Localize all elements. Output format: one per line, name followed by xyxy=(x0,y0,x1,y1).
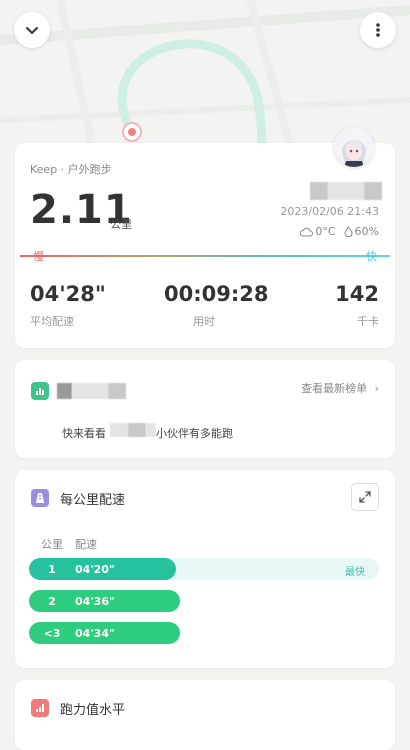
leaderboard-card[interactable]: 查看最新榜单 › 快来看看 小伙伴有多能跑 xyxy=(15,360,395,458)
leaderboard-name-redacted-2 xyxy=(72,383,108,399)
leaderboard-subtitle-tail: 小伙伴有多能跑 xyxy=(156,427,233,440)
pace-row-pace: 04'36" xyxy=(75,594,115,608)
calories-value: 142 xyxy=(335,282,379,306)
leaderboard-name-redacted xyxy=(57,383,72,399)
slow-label: 慢 xyxy=(33,250,44,263)
pace-gradient-line xyxy=(20,255,390,257)
collapse-button[interactable] xyxy=(14,12,50,48)
friend-name-redacted xyxy=(110,423,128,437)
pace-row-km: 1 xyxy=(48,562,56,576)
leaderboard-subtitle-lead: 快来看看 xyxy=(62,427,106,440)
duration-value: 00:09:28 xyxy=(164,282,269,306)
username-redacted-3 xyxy=(364,182,382,200)
run-source-label: Keep · 户外跑步 xyxy=(30,163,112,176)
view-leaderboard-link[interactable]: 查看最新榜单 › xyxy=(301,380,379,396)
calories-label: 千卡 xyxy=(357,315,379,328)
friend-name-redacted-2 xyxy=(128,423,146,437)
column-header-km: 公里 xyxy=(41,538,63,551)
more-button[interactable] xyxy=(360,12,396,48)
temperature: 0°C xyxy=(315,225,336,238)
humidity: 60% xyxy=(354,225,379,238)
view-leaderboard-label: 查看最新榜单 xyxy=(301,382,368,395)
pace-row-bar: <3 04'34" xyxy=(29,622,180,644)
droplet-icon xyxy=(344,226,353,237)
pace-row-pace: 04'34" xyxy=(75,626,115,640)
fastest-label: 最快 xyxy=(345,567,365,578)
leaderboard-name-redacted-3 xyxy=(108,383,126,399)
pace-row-bar: 2 04'36" xyxy=(29,590,180,612)
running-level-card[interactable]: 跑力值水平 xyxy=(15,680,395,750)
chevron-right-icon: › xyxy=(374,382,379,395)
avg-pace-label: 平均配速 xyxy=(30,315,74,328)
pace-row-km: 2 xyxy=(48,594,56,608)
expand-button[interactable] xyxy=(351,483,379,511)
pace-row-bar: 1 04'20" xyxy=(29,558,176,580)
expand-icon xyxy=(359,491,371,503)
pace-row-km: <3 xyxy=(43,626,61,640)
friend-name-redacted-3 xyxy=(146,423,156,437)
running-level-title: 跑力值水平 xyxy=(60,703,126,718)
pace-section-icon xyxy=(31,489,49,507)
distance-unit: 公里 xyxy=(110,218,132,231)
fast-label: 快 xyxy=(366,250,377,263)
chevron-down-icon xyxy=(26,27,38,34)
chart-bars-icon xyxy=(31,382,49,400)
run-summary-card: Keep · 户外跑步 2.11 公里 2023/02/06 21:43 0°C… xyxy=(15,143,395,348)
username-redacted-2 xyxy=(328,182,364,200)
pace-row-pace: 04'20" xyxy=(75,562,115,576)
weather-info: 0°C 60% xyxy=(299,225,379,238)
avatar[interactable] xyxy=(334,127,374,167)
route-path xyxy=(117,39,267,155)
pace-per-km-card: 每公里配速 公里 配速 最快 1 04'20" 2 04'36" <3 04'34" xyxy=(15,470,395,668)
column-header-pace: 配速 xyxy=(75,538,97,551)
duration-label: 用时 xyxy=(193,315,215,328)
running-level-icon xyxy=(31,699,49,717)
cloud-icon xyxy=(300,227,314,236)
avg-pace-value: 04'28" xyxy=(30,282,106,306)
username-redacted xyxy=(310,182,328,200)
run-datetime: 2023/02/06 21:43 xyxy=(280,205,379,218)
pace-section-title: 每公里配速 xyxy=(60,493,126,508)
avatar-image xyxy=(334,127,374,167)
more-vertical-icon xyxy=(376,23,380,37)
